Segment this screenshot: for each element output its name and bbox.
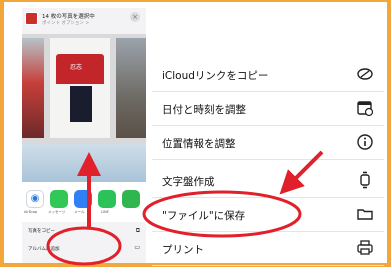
menu-item-label: プリント [162,244,204,256]
printer-icon [357,240,373,255]
shirt-text: 忍志 [70,64,83,71]
close-icon[interactable]: × [130,12,140,22]
link-icon [357,68,373,80]
line-icon[interactable] [98,190,116,208]
menu-item-label: 位置情報を調整 [162,138,236,150]
add-album-item[interactable]: アルバムに追加 [28,246,59,252]
share-actions-preview: 写真をコピー ⧉ アルバムに追加 ▭ [22,222,146,263]
app-label: メッセージ [48,210,66,214]
app-icon[interactable] [122,190,140,208]
action-menu: iCloudリンクをコピー 日付と時刻を調整 位置情報を調整 文字盤作成 "ファ… [152,8,384,266]
menu-item-adjust-date[interactable]: 日付と時刻を調整 [152,92,384,126]
menu-item-print[interactable]: プリント [152,232,384,266]
menu-item-label: "ファイル"に保存 [162,210,246,222]
menu-item-watch-face[interactable]: 文字盤作成 [152,164,384,198]
app-label: AirDrop [24,210,38,214]
menu-item-label: 文字盤作成 [162,176,215,188]
menu-item-label: 日付と時刻を調整 [162,104,246,116]
copy-photo-item[interactable]: 写真をコピー [28,228,55,234]
info-icon [357,134,373,150]
app-label: メール [74,210,85,214]
calendar-icon [357,101,374,117]
messages-icon[interactable] [50,190,68,208]
menu-item-label: iCloudリンクをコピー [162,70,269,82]
blurred-area [22,144,146,182]
app-label: LINE [101,210,109,214]
selection-title: 14 枚の写真を選択中 [42,14,95,20]
share-sheet-header: 14 枚の写真を選択中 ポイント オプション > × [22,8,146,34]
menu-item-adjust-location[interactable]: 位置情報を調整 [152,126,384,160]
mail-icon[interactable] [74,190,92,208]
watch-icon [360,171,370,189]
photo-thumbnail[interactable] [22,38,44,138]
folder-icon [357,209,373,220]
menu-item-icloud-link[interactable]: iCloudリンクをコピー [152,58,384,92]
photo-thumbnail[interactable]: 忍志 [50,38,110,138]
copy-icon: ⧉ [135,227,140,234]
share-sheet: 14 枚の写真を選択中 ポイント オプション > × 忍志 ◉ AirDrop … [22,8,146,263]
album-icon: ▭ [134,244,140,251]
photo-carousel[interactable]: 忍志 [22,34,146,144]
options-link[interactable]: ポイント オプション > [42,20,89,26]
photo-thumbnail[interactable] [116,38,146,138]
selection-thumbnail [25,12,38,25]
pants-image [70,86,92,122]
app-share-row: ◉ AirDrop メッセージ メール LINE [22,182,146,222]
menu-item-save-to-files[interactable]: "ファイル"に保存 [152,198,384,232]
airdrop-icon[interactable]: ◉ [26,190,44,208]
